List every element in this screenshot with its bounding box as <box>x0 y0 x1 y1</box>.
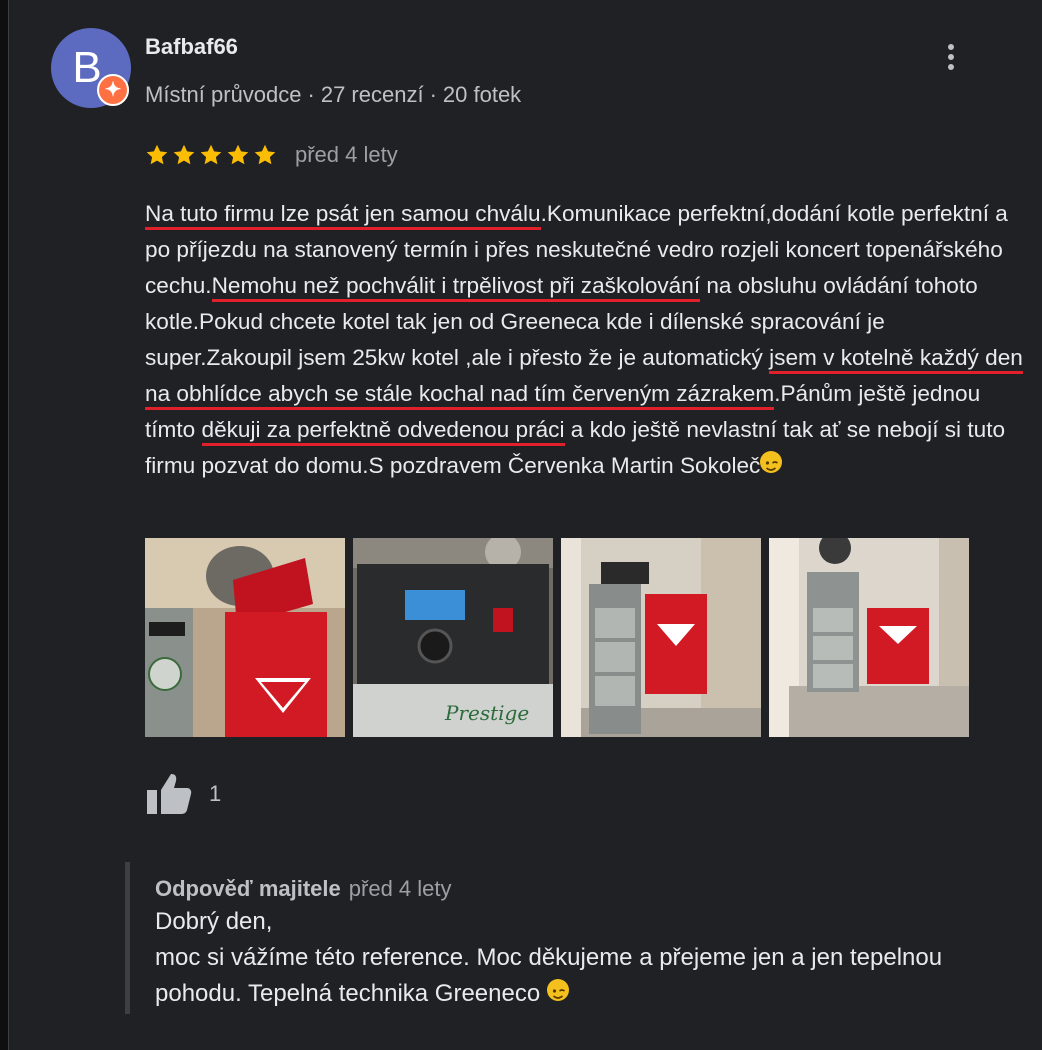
star-icon <box>173 144 195 165</box>
review-count: 27 recenzí <box>320 82 424 107</box>
like-count: 1 <box>209 781 222 806</box>
more-vert-icon[interactable] <box>939 40 963 80</box>
star-icon <box>227 144 249 165</box>
rating-row: před 4 lety <box>145 140 398 170</box>
highlighted-text: děkuji za perfektně odvedenou práci <box>201 417 565 446</box>
highlighted-text: Nemohu než pochválit i trpělivost při za… <box>211 273 701 302</box>
review-photo-2[interactable]: Prestige <box>353 538 553 737</box>
review-time: před 4 lety <box>295 142 398 167</box>
photo-gallery: Prestige <box>145 538 969 737</box>
owner-reply-divider <box>125 862 130 1014</box>
review-photo-3[interactable] <box>561 538 761 737</box>
review-text: Na tuto firmu lze psát jen samou chválu.… <box>145 196 1025 484</box>
review-card: B ✦ Bafbaf66 Místní průvodce · 27 recenzí ·… <box>8 0 1042 1050</box>
thumb-up-icon <box>147 774 192 814</box>
wink-emoji <box>546 979 569 1001</box>
wink-emoji <box>760 451 783 473</box>
owner-reply-time: před 4 lety <box>348 876 452 901</box>
star-icon <box>146 144 168 165</box>
owner-reply-label: Odpověď majitele <box>155 876 341 901</box>
star-icon <box>200 144 222 165</box>
star-icon <box>254 144 276 165</box>
prestige-print: Prestige <box>444 701 529 725</box>
review-photo-1[interactable] <box>145 538 345 737</box>
owner-reply: Odpověď majitele před 4 lety Dobrý den, m… <box>155 874 995 1012</box>
review-photo-4[interactable] <box>769 538 969 737</box>
highlighted-text: Na tuto firmu lze psát jen samou chválu <box>145 201 541 230</box>
owner-reply-line: Dobrý den, <box>155 908 273 935</box>
author-name[interactable]: Bafbaf66 <box>145 34 238 60</box>
author-meta: Místní průvodce · 27 recenzí · 20 fotek <box>145 82 522 107</box>
local-guide-label: Místní průvodce <box>145 82 302 107</box>
star-rating <box>145 143 277 167</box>
local-guide-icon: ✦ <box>97 74 129 106</box>
owner-reply-text: Dobrý den, moc si vážíme této reference.… <box>155 904 995 1012</box>
like-button[interactable]: 1 <box>145 772 221 816</box>
photo-count: 20 fotek <box>442 82 522 107</box>
owner-reply-header: Odpověď majitele před 4 lety <box>155 874 995 904</box>
